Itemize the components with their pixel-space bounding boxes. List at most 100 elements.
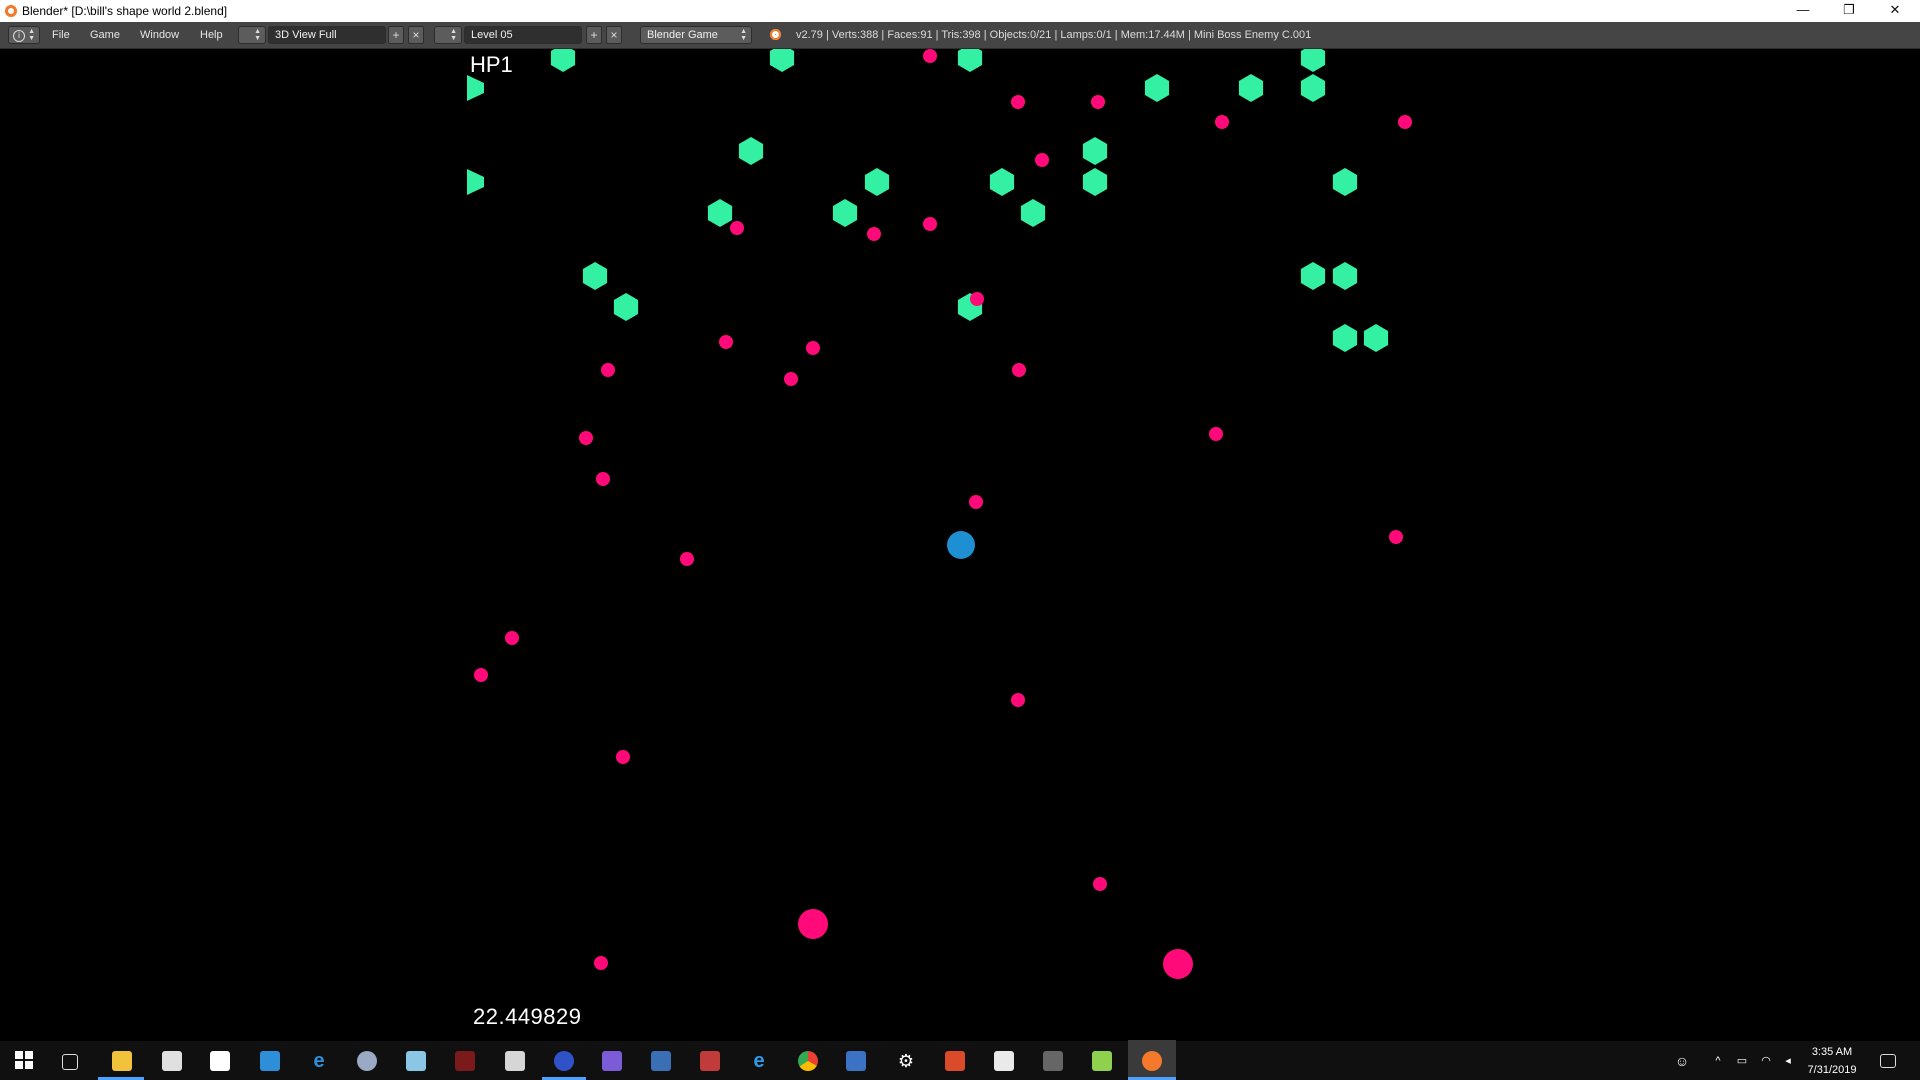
enemy-orb bbox=[784, 372, 798, 386]
game-viewport[interactable] bbox=[0, 49, 1920, 1041]
chrome-icon[interactable] bbox=[798, 1051, 818, 1071]
enemy-orb bbox=[719, 335, 733, 349]
file-explorer-icon[interactable] bbox=[112, 1051, 132, 1071]
video-editor-icon[interactable] bbox=[602, 1051, 622, 1071]
editor-type-selector[interactable]: i ▲ ▼ bbox=[8, 26, 40, 44]
remote-desktop-icon[interactable] bbox=[651, 1051, 671, 1071]
add-scene-button[interactable]: + bbox=[586, 26, 602, 44]
taskbar-clock[interactable]: 3:35 AM 7/31/2019 bbox=[1792, 1043, 1872, 1079]
blender-logo-icon bbox=[5, 5, 17, 17]
large-enemy-orb bbox=[798, 909, 828, 939]
hp-display: HP1 bbox=[470, 52, 513, 77]
large-enemy-orb bbox=[1163, 949, 1193, 979]
screen-layout-field[interactable]: 3D View Full bbox=[268, 26, 386, 44]
hexagon-block bbox=[467, 75, 484, 101]
hexagon-block bbox=[613, 293, 639, 321]
installer-icon[interactable] bbox=[994, 1051, 1014, 1071]
enemy-orb bbox=[730, 221, 744, 235]
people-icon[interactable]: ☺ bbox=[1672, 1051, 1692, 1071]
clock-date: 7/31/2019 bbox=[1807, 1064, 1857, 1076]
office-icon[interactable] bbox=[945, 1051, 965, 1071]
tool-icon[interactable] bbox=[1043, 1051, 1063, 1071]
task-view-icon[interactable] bbox=[62, 1054, 78, 1070]
text-app-icon[interactable] bbox=[700, 1051, 720, 1071]
windows-start-icon[interactable] bbox=[14, 1051, 34, 1071]
delete-scene-button[interactable]: × bbox=[606, 26, 622, 44]
add-screen-button[interactable]: + bbox=[388, 26, 404, 44]
utility-icon[interactable] bbox=[1092, 1051, 1112, 1071]
hexagon-block bbox=[738, 137, 764, 165]
hexagon-block bbox=[550, 49, 576, 72]
notepad-icon[interactable] bbox=[406, 1051, 426, 1071]
hexagon-block bbox=[957, 49, 983, 72]
store-icon[interactable] bbox=[162, 1051, 182, 1071]
enemy-orb bbox=[680, 552, 694, 566]
hexagon-block bbox=[1082, 137, 1108, 165]
show-hidden-icons-icon[interactable]: ^ bbox=[1708, 1051, 1728, 1071]
enemy-orb bbox=[1398, 115, 1412, 129]
paint-program-icon[interactable] bbox=[846, 1051, 866, 1071]
restore-button[interactable]: ❐ bbox=[1826, 0, 1872, 22]
hexagon-block bbox=[1332, 262, 1358, 290]
enemy-orb bbox=[923, 217, 937, 231]
enemy-orb bbox=[970, 292, 984, 306]
hexagon-block bbox=[769, 49, 795, 72]
settings-icon[interactable]: ⚙ bbox=[896, 1051, 916, 1071]
menu-window[interactable]: Window bbox=[140, 22, 179, 48]
enemy-orb bbox=[1093, 877, 1107, 891]
enemy-orb bbox=[806, 341, 820, 355]
enemy-orb bbox=[1091, 95, 1105, 109]
enemy-orb bbox=[969, 495, 983, 509]
enemy-orb bbox=[1012, 363, 1026, 377]
edge-icon[interactable]: e bbox=[309, 1051, 329, 1071]
photos-icon[interactable] bbox=[260, 1051, 280, 1071]
close-button[interactable]: ✕ bbox=[1872, 0, 1918, 22]
mail-icon[interactable] bbox=[210, 1051, 230, 1071]
enemy-orb bbox=[1209, 427, 1223, 441]
hexagon-block bbox=[1300, 49, 1326, 72]
enemy-orb bbox=[579, 431, 593, 445]
enemy-orb bbox=[474, 668, 488, 682]
scene-selector-icon[interactable]: ▲ ▼ bbox=[434, 26, 462, 44]
render-engine-selector[interactable]: Blender Game ▲ ▼ bbox=[640, 26, 752, 44]
enemy-orb bbox=[1011, 693, 1025, 707]
hexagon-block bbox=[1332, 168, 1358, 196]
screen-layout-icon[interactable]: ▲ ▼ bbox=[238, 26, 266, 44]
enemy-orb bbox=[505, 631, 519, 645]
blender-icon[interactable] bbox=[1142, 1051, 1162, 1071]
enemy-orb bbox=[923, 49, 937, 63]
battery-icon[interactable]: ▭ bbox=[1732, 1051, 1752, 1071]
hexagon-block bbox=[1082, 168, 1108, 196]
menu-file[interactable]: File bbox=[52, 22, 70, 48]
player-ball bbox=[947, 531, 975, 559]
game-scene bbox=[467, 49, 1412, 979]
hexagon-block bbox=[467, 169, 484, 195]
wifi-icon[interactable]: ◠ bbox=[1756, 1051, 1776, 1071]
hexagon-block bbox=[1300, 262, 1326, 290]
menu-game[interactable]: Game bbox=[90, 22, 120, 48]
paint-icon[interactable] bbox=[357, 1051, 377, 1071]
minimize-button[interactable]: — bbox=[1780, 0, 1826, 22]
blender-stats-icon bbox=[770, 29, 781, 40]
delete-screen-button[interactable]: × bbox=[408, 26, 424, 44]
app-icon[interactable] bbox=[554, 1051, 574, 1071]
render-engine-label: Blender Game bbox=[647, 29, 718, 41]
action-center-icon[interactable] bbox=[1880, 1054, 1896, 1068]
hexagon-block bbox=[1363, 324, 1389, 352]
enemy-orb bbox=[1215, 115, 1229, 129]
timer-display: 22.449829 bbox=[473, 1004, 582, 1029]
game-icon[interactable] bbox=[455, 1051, 475, 1071]
enemy-orb bbox=[594, 956, 608, 970]
clock-time: 3:35 AM bbox=[1811, 1046, 1853, 1058]
hexagon-block bbox=[989, 168, 1015, 196]
internet-explorer-icon[interactable]: e bbox=[749, 1051, 769, 1071]
calculator-icon[interactable] bbox=[505, 1051, 525, 1071]
menu-help[interactable]: Help bbox=[200, 22, 223, 48]
enemy-orb bbox=[596, 472, 610, 486]
hexagon-block bbox=[1020, 199, 1046, 227]
blender-info-header: i ▲ ▼ File Game Window Help ▲ ▼ 3D View Fu… bbox=[0, 22, 1920, 49]
scene-field[interactable]: Level 05 bbox=[464, 26, 582, 44]
enemy-orb bbox=[1035, 153, 1049, 167]
window-titlebar: Blender* [D:\bill's shape world 2.blend]… bbox=[0, 0, 1920, 22]
hexagon-block bbox=[707, 199, 733, 227]
